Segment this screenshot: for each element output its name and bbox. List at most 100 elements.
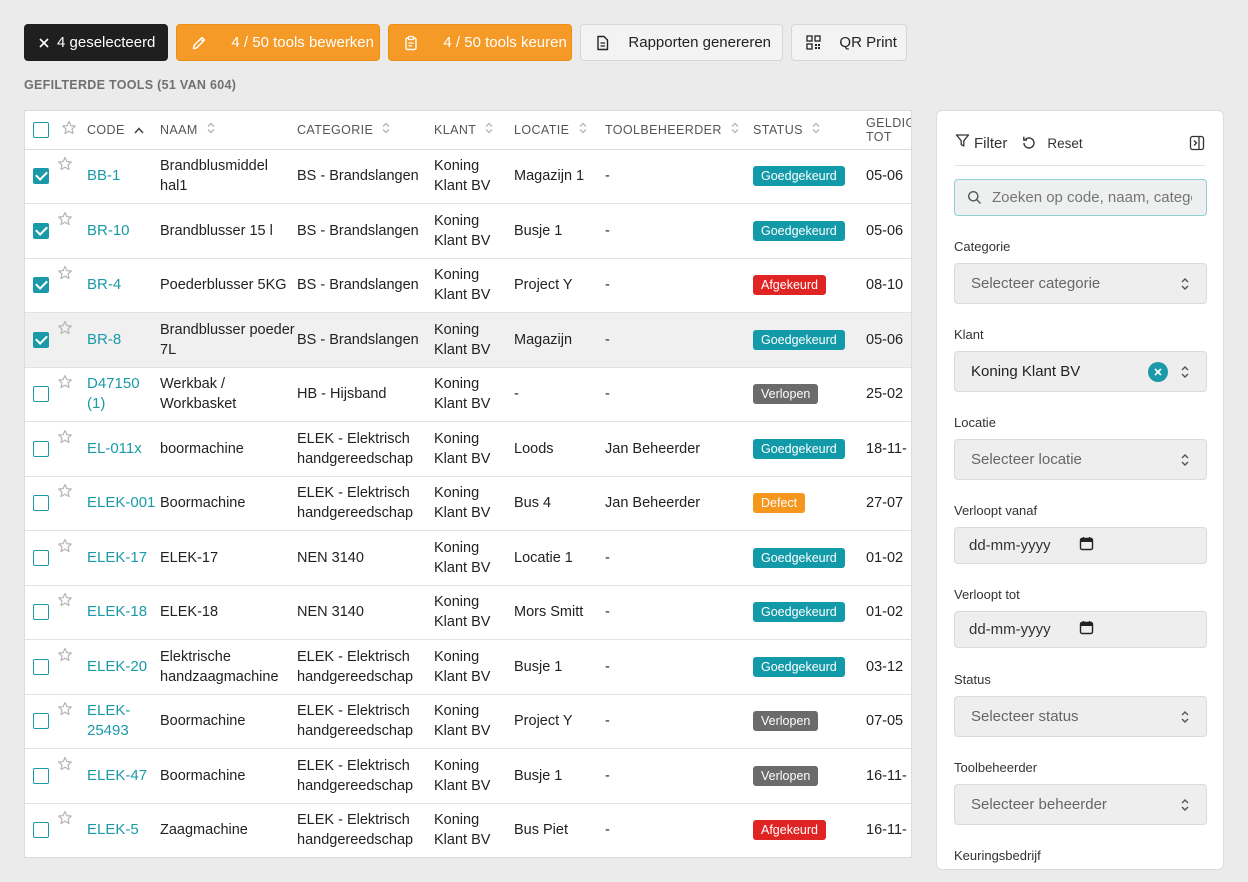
search-input[interactable] bbox=[992, 189, 1192, 206]
tool-code-link[interactable]: BB-1 bbox=[87, 167, 120, 184]
star-icon[interactable] bbox=[57, 483, 73, 505]
star-icon[interactable] bbox=[57, 156, 73, 178]
selected-count-label: 4 geselecteerd bbox=[57, 34, 156, 51]
star-icon[interactable] bbox=[57, 592, 73, 614]
table-row[interactable]: BR-4 Poederblusser 5KG BS - Brandslangen Ko… bbox=[25, 258, 911, 313]
header-locatie[interactable]: LOCATIE bbox=[514, 111, 605, 150]
reset-button[interactable]: Reset bbox=[1047, 136, 1082, 151]
row-checkbox[interactable] bbox=[33, 658, 49, 675]
row-checkbox[interactable] bbox=[33, 168, 49, 185]
select-cell bbox=[25, 585, 87, 640]
chevron-up-down-icon bbox=[1180, 276, 1190, 296]
star-icon[interactable] bbox=[61, 120, 77, 139]
header-naam[interactable]: NAAM bbox=[160, 111, 297, 150]
qr-code-icon bbox=[806, 35, 822, 50]
tool-code-link[interactable]: ELEK-20 bbox=[87, 658, 147, 675]
sort-icon bbox=[575, 122, 587, 137]
row-checkbox[interactable] bbox=[33, 331, 49, 348]
status-cell: Goedgekeurd bbox=[753, 203, 866, 259]
clear-selection-button[interactable]: 4 geselecteerd bbox=[24, 24, 169, 61]
table-row[interactable]: BB-1 Brandblusmiddel hal1 BS - Brandslange… bbox=[25, 149, 911, 204]
geldig-tot-cell: 27-07 bbox=[866, 476, 911, 531]
code-cell: BR-4 bbox=[87, 258, 160, 313]
table-row[interactable]: ELEK-25493 Boormachine ELEK - Elektrisch h… bbox=[25, 694, 911, 749]
tool-code-link[interactable]: BR-10 bbox=[87, 222, 130, 239]
geldig-tot-cell: 16-11- bbox=[866, 748, 911, 804]
header-toolbeheerder[interactable]: TOOLBEHEERDER bbox=[605, 111, 753, 150]
clear-klant-icon[interactable] bbox=[1148, 362, 1168, 382]
header-code[interactable]: CODE bbox=[87, 111, 160, 150]
status-select[interactable]: Selecteer status bbox=[954, 696, 1207, 737]
star-icon[interactable] bbox=[57, 429, 73, 451]
collapse-panel-icon[interactable] bbox=[1189, 135, 1205, 151]
table-row[interactable]: ELEK-17 ELEK-17 NEN 3140 Koning Klant BV Loc… bbox=[25, 530, 911, 586]
calendar-icon[interactable] bbox=[1079, 536, 1094, 555]
reset-icon[interactable] bbox=[1021, 135, 1037, 151]
table-row[interactable]: ELEK-47 Boormachine ELEK - Elektrisch hand… bbox=[25, 748, 911, 804]
naam-cell: Brandblusmiddel hal1 bbox=[160, 149, 297, 204]
tool-code-link[interactable]: ELEK-18 bbox=[87, 603, 147, 620]
table-row[interactable]: ELEK-001 Boormachine ELEK - Elektrisch han… bbox=[25, 476, 911, 531]
edit-tools-button[interactable]: 4 / 50 tools bewerken bbox=[176, 24, 381, 61]
tool-code-link[interactable]: ELEK-47 bbox=[87, 767, 147, 784]
tool-code-link[interactable]: ELEK-25493 bbox=[87, 702, 130, 739]
select-all-checkbox[interactable] bbox=[33, 121, 49, 138]
toolbeheerder-select[interactable]: Selecteer beheerder bbox=[954, 784, 1207, 825]
table-row[interactable]: ELEK-18 ELEK-18 NEN 3140 Koning Klant BV Mor… bbox=[25, 585, 911, 640]
tool-code-link[interactable]: D47150 (1) bbox=[87, 375, 140, 412]
star-icon[interactable] bbox=[57, 810, 73, 832]
tool-code-link[interactable]: EL-011x bbox=[87, 440, 142, 457]
qr-print-button[interactable]: QR Print bbox=[791, 24, 908, 61]
verloopt-vanaf-date-input[interactable]: dd-mm-yyyy bbox=[954, 527, 1207, 564]
row-checkbox[interactable] bbox=[33, 222, 49, 239]
calendar-icon[interactable] bbox=[1079, 620, 1094, 639]
table-row[interactable]: ELEK-5 Zaagmachine ELEK - Elektrisch handg… bbox=[25, 803, 911, 857]
klant-cell: Koning Klant BV bbox=[434, 639, 514, 695]
star-icon[interactable] bbox=[57, 211, 73, 233]
header-categorie[interactable]: CATEGORIE bbox=[297, 111, 434, 150]
table-row[interactable]: BR-10 Brandblusser 15 l BS - Brandslangen K… bbox=[25, 203, 911, 259]
table-body: BB-1 Brandblusmiddel hal1 BS - Brandslange… bbox=[25, 149, 911, 857]
header-status[interactable]: STATUS bbox=[753, 111, 866, 150]
table-row[interactable]: EL-011x boormachine ELEK - Elektrisch hand… bbox=[25, 421, 911, 477]
table-row[interactable]: BR-8 Brandblusser poeder 7L BS - Brandslan… bbox=[25, 312, 911, 368]
star-icon[interactable] bbox=[57, 538, 73, 560]
verloopt-tot-date-input[interactable]: dd-mm-yyyy bbox=[954, 611, 1207, 648]
categorie-cell: ELEK - Elektrisch handgereedschap bbox=[297, 639, 434, 695]
categorie-select[interactable]: Selecteer categorie bbox=[954, 263, 1207, 304]
tool-code-link[interactable]: BR-4 bbox=[87, 276, 121, 293]
tool-code-link[interactable]: ELEK-001 bbox=[87, 494, 155, 511]
table-row[interactable]: ELEK-20 Elektrische handzaagmachine ELEK -… bbox=[25, 639, 911, 695]
tool-code-link[interactable]: BR-8 bbox=[87, 331, 121, 348]
select-cell bbox=[25, 476, 87, 531]
star-icon[interactable] bbox=[57, 265, 73, 287]
star-icon[interactable] bbox=[57, 756, 73, 778]
row-checkbox[interactable] bbox=[33, 604, 49, 621]
tool-code-link[interactable]: ELEK-17 bbox=[87, 549, 147, 566]
table-row[interactable]: D47150 (1) Werkbak / Workbasket HB - Hijsb… bbox=[25, 367, 911, 422]
row-checkbox[interactable] bbox=[33, 767, 49, 784]
star-icon[interactable] bbox=[57, 647, 73, 669]
tool-code-link[interactable]: ELEK-5 bbox=[87, 821, 139, 838]
inspect-tools-button[interactable]: 4 / 50 tools keuren bbox=[388, 24, 573, 61]
row-checkbox[interactable] bbox=[33, 386, 49, 403]
row-checkbox[interactable] bbox=[33, 822, 49, 839]
generate-reports-button[interactable]: Rapporten genereren bbox=[580, 24, 784, 61]
geldig-tot-cell: 01-02 bbox=[866, 530, 911, 586]
code-cell: BR-10 bbox=[87, 203, 160, 259]
search-field[interactable] bbox=[954, 179, 1207, 216]
header-geldig-tot[interactable]: GELDIG TOT bbox=[866, 111, 911, 150]
locatie-select[interactable]: Selecteer locatie bbox=[954, 439, 1207, 480]
star-icon[interactable] bbox=[57, 320, 73, 342]
geldig-tot-cell: 08-10 bbox=[866, 258, 911, 313]
filter-panel: Filter Reset Categorie Selecteer categor… bbox=[936, 110, 1224, 870]
star-icon[interactable] bbox=[57, 374, 73, 396]
header-klant[interactable]: KLANT bbox=[434, 111, 514, 150]
row-checkbox[interactable] bbox=[33, 713, 49, 730]
row-checkbox[interactable] bbox=[33, 495, 49, 512]
klant-select[interactable]: Koning Klant BV bbox=[954, 351, 1207, 392]
star-icon[interactable] bbox=[57, 701, 73, 723]
row-checkbox[interactable] bbox=[33, 549, 49, 566]
row-checkbox[interactable] bbox=[33, 277, 49, 294]
row-checkbox[interactable] bbox=[33, 440, 49, 457]
